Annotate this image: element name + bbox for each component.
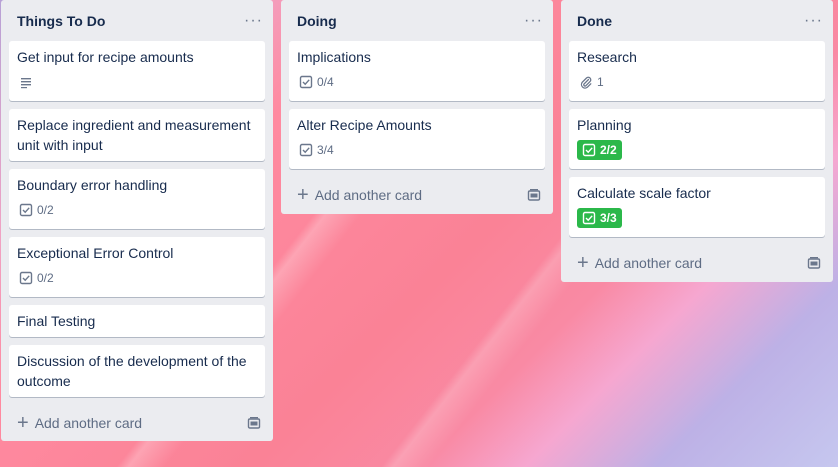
list-done: Done ··· Research 1 Planning 2/2 Calcula… <box>561 0 833 282</box>
add-card-button[interactable]: + Add another card <box>289 177 545 213</box>
checklist-count: 0/2 <box>37 271 54 285</box>
plus-icon: + <box>17 412 29 434</box>
paperclip-icon <box>580 76 592 89</box>
attachment-badge: 1 <box>577 72 608 92</box>
card-template-icon[interactable] <box>247 416 261 430</box>
checklist-icon <box>299 143 313 157</box>
card-title: Get input for recipe amounts <box>17 49 194 65</box>
description-icon <box>17 72 41 92</box>
card-title: Final Testing <box>17 313 96 329</box>
checklist-badge: 0/2 <box>17 268 58 288</box>
card-title: Exceptional Error Control <box>17 245 174 261</box>
checklist-badge: 0/2 <box>17 200 58 220</box>
list-title[interactable]: Things To Do <box>17 13 105 29</box>
card-title: Boundary error handling <box>17 177 168 193</box>
card-badges: 3/3 <box>577 208 817 228</box>
card-title: Calculate scale factor <box>577 185 711 201</box>
list-things-to-do: Things To Do ··· Get input for recipe am… <box>1 0 273 441</box>
card-template-icon[interactable] <box>807 256 821 270</box>
card-badges: 1 <box>577 73 817 91</box>
checklist-count: 0/4 <box>317 75 334 89</box>
add-card-label: Add another card <box>594 255 703 271</box>
plus-icon: + <box>577 252 589 274</box>
card-badges: 0/2 <box>17 201 257 219</box>
card[interactable]: Alter Recipe Amounts 3/4 <box>289 109 545 169</box>
list-menu-icon[interactable]: ··· <box>244 12 263 30</box>
add-card-label: Add another card <box>314 187 423 203</box>
card-badges <box>17 73 257 91</box>
card[interactable]: Research 1 <box>569 41 825 101</box>
list-header[interactable]: Done ··· <box>569 0 825 41</box>
checklist-icon <box>19 271 33 285</box>
checklist-complete-badge: 3/3 <box>577 208 622 228</box>
card-badges: 3/4 <box>297 141 537 159</box>
list-doing: Doing ··· Implications 0/4 Alter Recipe … <box>281 0 553 214</box>
card[interactable]: Exceptional Error Control 0/2 <box>9 237 265 297</box>
list-title[interactable]: Done <box>577 13 612 29</box>
card-title: Implications <box>297 49 371 65</box>
checklist-badge: 3/4 <box>297 140 338 160</box>
checklist-icon <box>299 75 313 89</box>
checklist-count: 3/4 <box>317 143 334 157</box>
card[interactable]: Get input for recipe amounts <box>9 41 265 101</box>
list-header[interactable]: Things To Do ··· <box>9 0 265 41</box>
card-badges: 2/2 <box>577 140 817 160</box>
checklist-complete-badge: 2/2 <box>577 140 622 160</box>
attachment-count: 1 <box>597 75 604 89</box>
card-title: Research <box>577 49 637 65</box>
checklist-count: 2/2 <box>600 143 617 157</box>
checklist-count: 3/3 <box>600 211 617 225</box>
checklist-badge: 0/4 <box>297 72 338 92</box>
checklist-count: 0/2 <box>37 203 54 217</box>
card[interactable]: Boundary error handling 0/2 <box>9 169 265 229</box>
list-header[interactable]: Doing ··· <box>289 0 545 41</box>
card[interactable]: Calculate scale factor 3/3 <box>569 177 825 237</box>
checklist-icon <box>582 211 596 225</box>
list-menu-icon[interactable]: ··· <box>524 12 543 30</box>
card-badges: 0/4 <box>297 73 537 91</box>
checklist-icon <box>19 203 33 217</box>
card-title: Discussion of the development of the out… <box>17 353 247 389</box>
card[interactable]: Implications 0/4 <box>289 41 545 101</box>
add-card-label: Add another card <box>34 415 143 431</box>
card-title: Replace ingredient and measurement unit … <box>17 117 251 153</box>
checklist-icon <box>582 143 596 157</box>
card-title: Alter Recipe Amounts <box>297 117 432 133</box>
add-card-button[interactable]: + Add another card <box>569 245 825 281</box>
list-title[interactable]: Doing <box>297 13 337 29</box>
card-template-icon[interactable] <box>527 188 541 202</box>
card[interactable]: Discussion of the development of the out… <box>9 345 265 397</box>
card[interactable]: Planning 2/2 <box>569 109 825 169</box>
card[interactable]: Final Testing <box>9 305 265 337</box>
list-menu-icon[interactable]: ··· <box>804 12 823 30</box>
plus-icon: + <box>297 184 309 206</box>
card-badges: 0/2 <box>17 269 257 287</box>
card[interactable]: Replace ingredient and measurement unit … <box>9 109 265 161</box>
card-title: Planning <box>577 117 632 133</box>
add-card-button[interactable]: + Add another card <box>9 405 265 441</box>
